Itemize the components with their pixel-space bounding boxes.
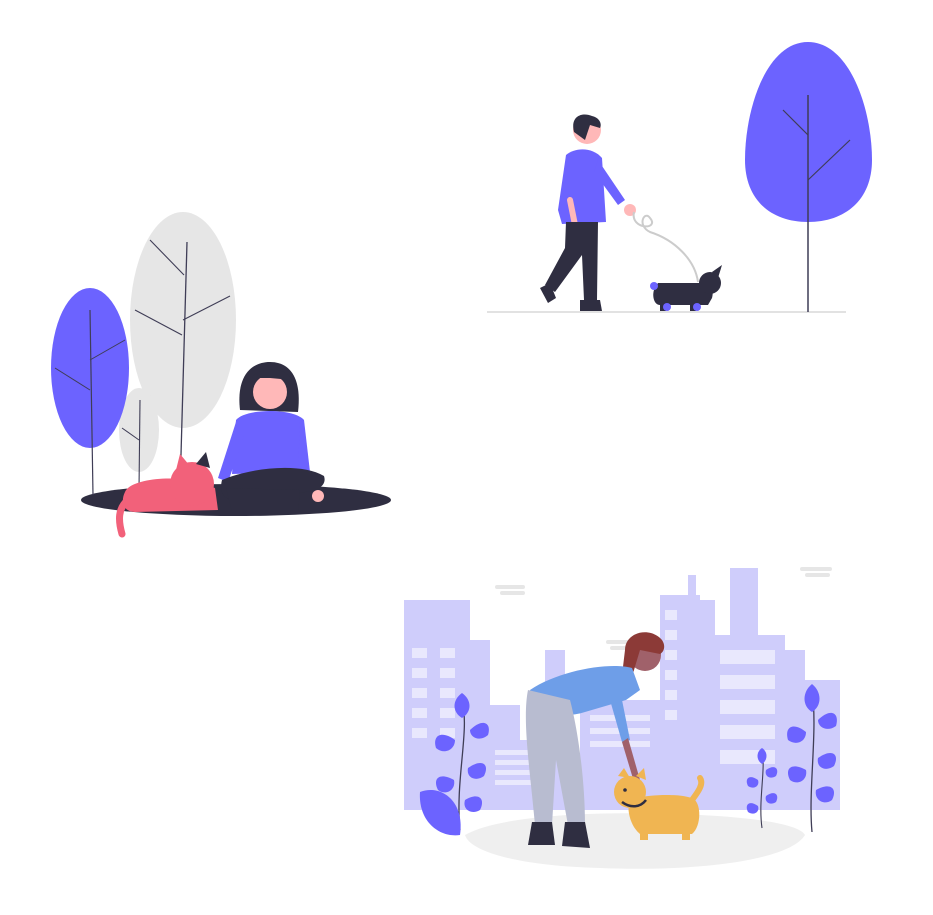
scene-woman-sitting-with-cat — [51, 212, 391, 538]
person-icon — [540, 114, 636, 311]
dog-icon — [650, 265, 722, 311]
scene-man-walking-dog — [487, 42, 872, 313]
tree-icon — [745, 42, 872, 312]
illustration-canvas — [51, 42, 872, 869]
person-icon — [218, 362, 325, 512]
scene-woman-petting-dog-in-city — [404, 567, 840, 869]
tree-icon — [119, 388, 159, 491]
tree-icon — [51, 288, 129, 496]
leash-icon — [632, 211, 699, 283]
cloud-icon — [495, 585, 525, 595]
cloud-icon — [800, 567, 832, 577]
